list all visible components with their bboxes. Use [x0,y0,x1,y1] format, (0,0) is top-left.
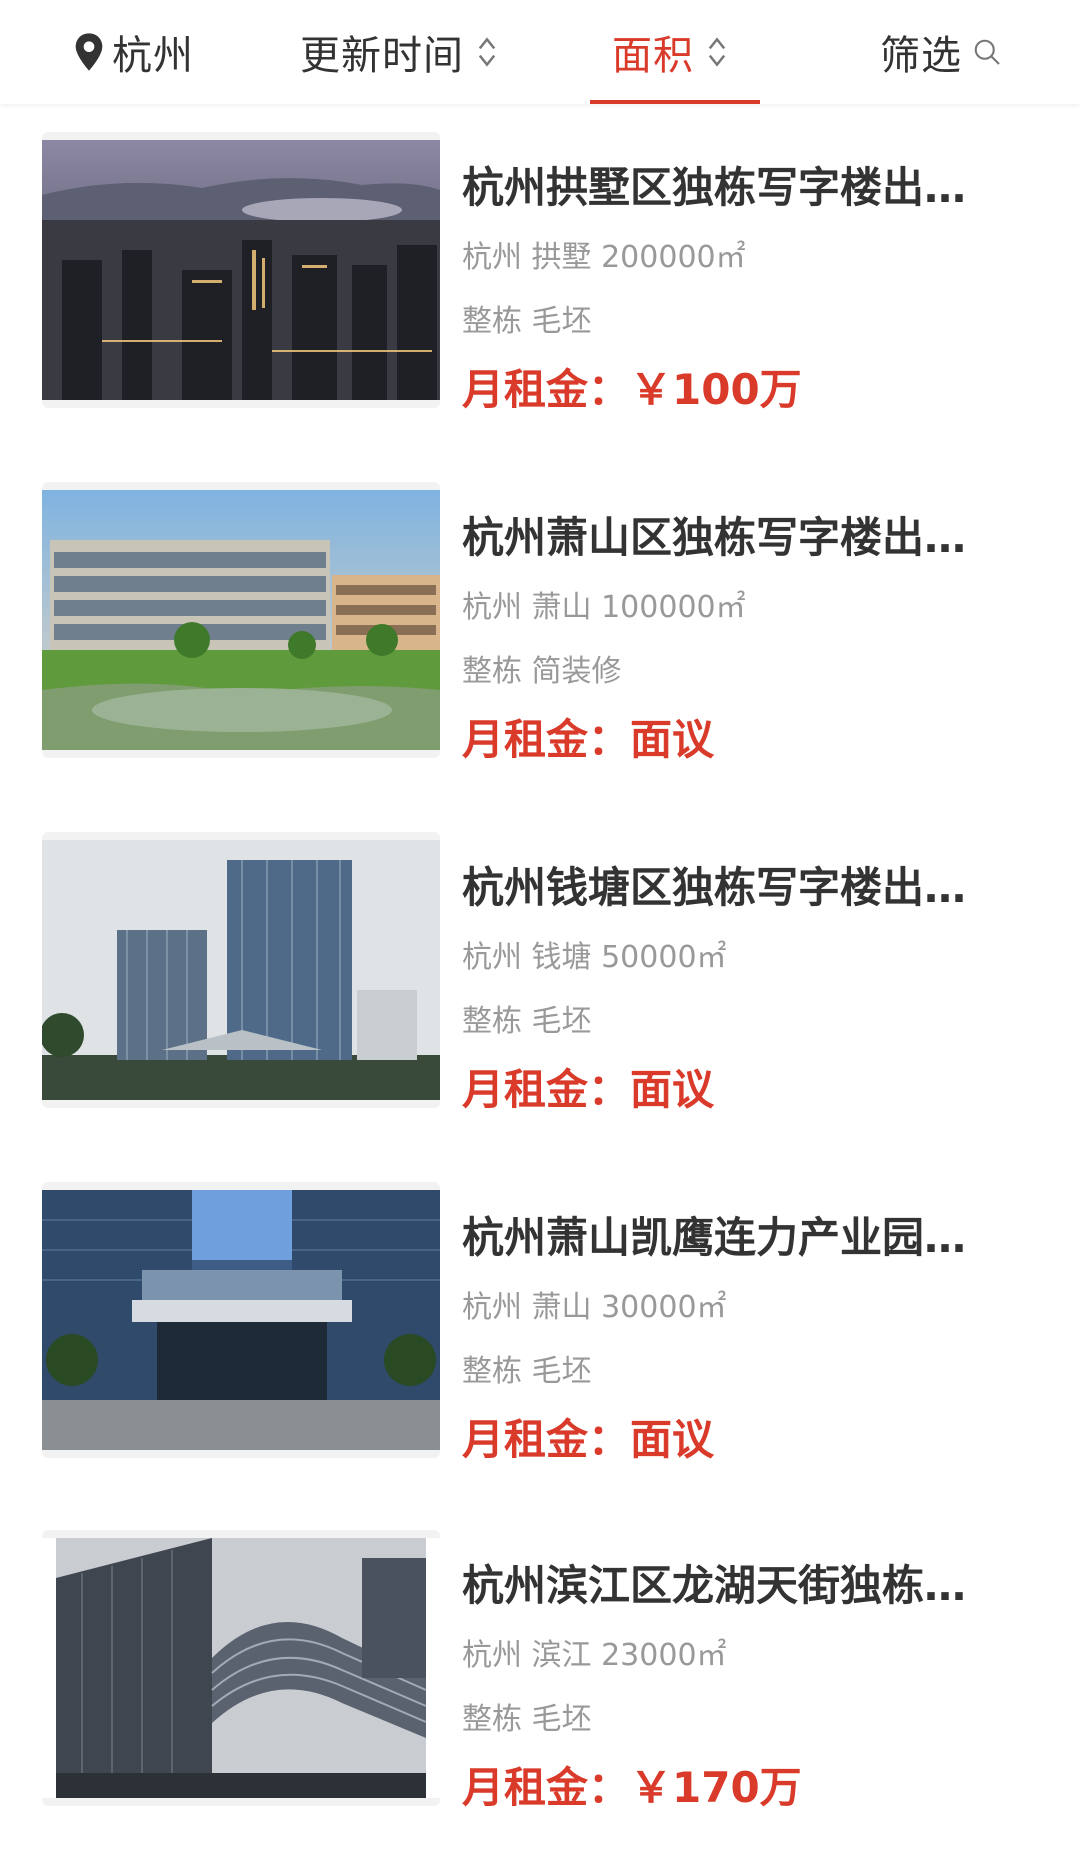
listing-photo [42,1182,440,1458]
listing-card[interactable]: 杭州拱墅区独栋写字楼出… 杭州 拱墅 200000㎡ 整栋 毛坯 月租金：￥10… [42,132,1042,414]
listing-decoration: 毛坯 [531,1702,592,1737]
listing-decoration: 简装修 [531,654,622,689]
listing-card[interactable]: 杭州钱塘区独栋写字楼出… 杭州 钱塘 50000㎡ 整栋 毛坯 月租金：面议 [42,832,1042,1114]
rent-value: 面议 [630,1415,715,1464]
location-pin-icon [75,33,103,71]
listing-title: 杭州萧山凯鹰连力产业园… [462,1213,967,1262]
listing-rent: 月租金：面议 [462,1056,714,1117]
listing-location: 杭州 拱墅 200000㎡ [462,232,746,276]
listing-area: 23000㎡ [601,1638,727,1673]
search-icon [974,39,1000,65]
listing-district: 杭州 钱塘 [462,940,592,975]
listing-photo [42,132,440,408]
rent-label: 月租金： [462,1065,631,1114]
industrial-park-entrance-photo [42,1190,440,1450]
city-label: 杭州 [112,33,194,79]
listing-rent: 月租金：￥100万 [462,356,802,417]
rent-value: ￥100万 [630,365,802,414]
listing-photo [42,482,440,758]
listing-photo [42,832,440,1108]
sort-area[interactable]: 面积 [612,0,728,104]
listing-decoration: 毛坯 [531,304,592,339]
rent-label: 月租金： [462,1415,631,1464]
listing-location: 杭州 滨江 23000㎡ [462,1630,727,1674]
filter-label: 筛选 [880,33,962,79]
listing-title: 杭州萧山区独栋写字楼出… [462,513,967,562]
listing-location: 杭州 萧山 100000㎡ [462,582,746,626]
area-label: 面积 [612,33,694,79]
listing-photo [42,1530,440,1806]
listing-area: 50000㎡ [601,940,727,975]
sort-update-time[interactable]: 更新时间 [300,0,498,104]
rent-value: ￥170万 [630,1763,802,1812]
listing-card[interactable]: 杭州萧山区独栋写字楼出… 杭州 萧山 100000㎡ 整栋 简装修 月租金：面议 [42,482,1042,764]
city-selector[interactable]: 杭州 [72,0,194,104]
listing-district: 杭州 滨江 [462,1638,592,1673]
listing-district: 杭州 萧山 [462,1290,592,1325]
listing-card[interactable]: 杭州萧山凯鹰连力产业园… 杭州 萧山 30000㎡ 整栋 毛坯 月租金：面议 [42,1182,1042,1464]
filter-bar: 杭州 更新时间 面积 筛选 [0,0,1080,104]
filter-button[interactable]: 筛选 [880,0,1002,104]
aerial-city-photo [42,140,440,400]
listing-decoration: 毛坯 [531,1004,592,1039]
listing-spec: 整栋 毛坯 [462,996,592,1040]
listing-location: 杭州 萧山 30000㎡ [462,1282,727,1326]
rent-label: 月租金： [462,1763,631,1812]
listing-spec: 整栋 毛坯 [462,296,592,340]
listing-district: 杭州 拱墅 [462,240,592,275]
update-time-label: 更新时间 [300,33,464,79]
listing-area: 200000㎡ [601,240,746,275]
listing-spec: 整栋 毛坯 [462,1346,592,1390]
listing-decoration: 毛坯 [531,1354,592,1389]
listing-area: 100000㎡ [601,590,746,625]
listing-type: 整栋 [462,304,522,339]
listing-spec: 整栋 简装修 [462,646,622,690]
curved-tower-photo [42,1538,440,1798]
listing-type: 整栋 [462,654,522,689]
listing-location: 杭州 钱塘 50000㎡ [462,932,727,976]
listing-rent: 月租金：￥170万 [462,1754,802,1815]
listing-type: 整栋 [462,1354,522,1389]
rent-value: 面议 [630,1065,715,1114]
listing-rent: 月租金：面议 [462,1406,714,1467]
listing-title: 杭州钱塘区独栋写字楼出… [462,863,967,912]
active-tab-indicator [590,100,760,104]
rent-label: 月租金： [462,715,631,764]
office-park-photo [42,490,440,750]
listing-title: 杭州滨江区龙湖天街独栋… [462,1561,967,1610]
listing-type: 整栋 [462,1702,522,1737]
rent-label: 月租金： [462,365,631,414]
sort-arrows-icon [478,37,496,67]
listing-card[interactable]: 杭州滨江区龙湖天街独栋… 杭州 滨江 23000㎡ 整栋 毛坯 月租金：￥170… [42,1530,1042,1812]
listing-spec: 整栋 毛坯 [462,1694,592,1738]
listing-area: 30000㎡ [601,1290,727,1325]
listing-rent: 月租金：面议 [462,706,714,767]
rent-value: 面议 [630,715,715,764]
listing-district: 杭州 萧山 [462,590,592,625]
sort-arrows-icon [708,37,726,67]
listing-title: 杭州拱墅区独栋写字楼出… [462,163,967,212]
glass-towers-photo [42,840,440,1100]
listing-type: 整栋 [462,1004,522,1039]
